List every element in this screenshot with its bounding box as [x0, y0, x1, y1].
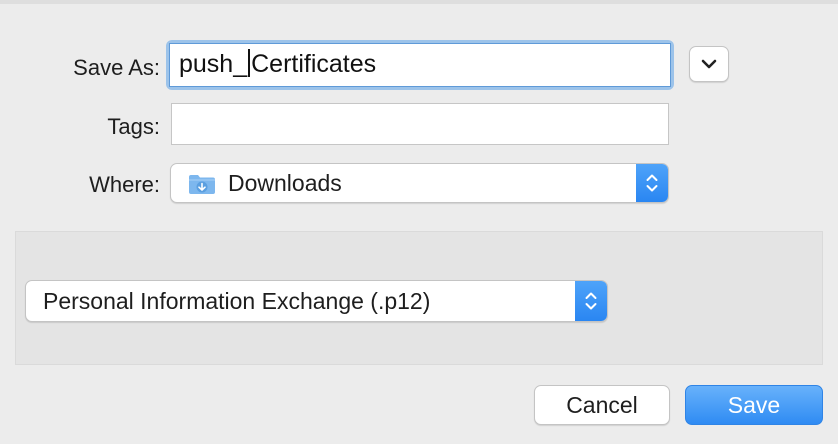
save-as-input[interactable]: push_ Certificates — [169, 43, 671, 87]
up-down-arrows-icon — [585, 292, 597, 310]
downloads-folder-icon — [189, 175, 215, 194]
where-popup-label: Downloads — [228, 170, 342, 196]
where-label: Where: — [89, 172, 160, 197]
save-as-field[interactable]: push_ Certificates — [166, 40, 674, 90]
cancel-button[interactable]: Cancel — [534, 385, 670, 425]
filename-text-after-caret: Certificates — [251, 50, 377, 78]
up-down-arrows-icon — [646, 174, 658, 192]
file-format-popup-button[interactable]: Personal Information Exchange (.p12) — [25, 280, 608, 322]
save-button[interactable]: Save — [685, 385, 823, 425]
text-caret — [248, 49, 251, 77]
file-format-label: Personal Information Exchange (.p12) — [43, 288, 431, 314]
window-top-strip — [0, 0, 838, 4]
where-stepper[interactable] — [636, 164, 668, 202]
chevron-down-icon — [701, 59, 717, 69]
expand-dialog-button[interactable] — [689, 46, 729, 82]
filename-text-before-caret: push_ — [179, 50, 248, 78]
tags-input[interactable] — [171, 103, 669, 145]
where-popup-button[interactable]: Downloads — [170, 163, 669, 203]
save-as-label: Save As: — [73, 55, 160, 80]
format-stepper[interactable] — [575, 281, 607, 321]
tags-label: Tags: — [107, 114, 160, 139]
